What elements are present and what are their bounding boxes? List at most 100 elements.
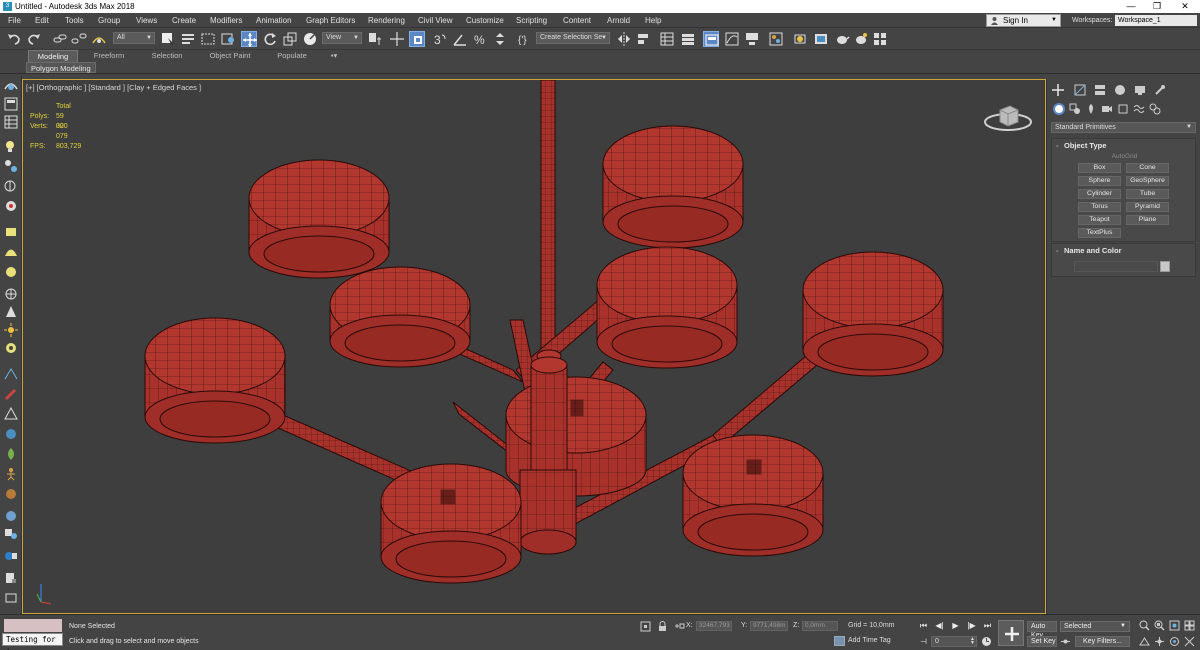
previous-frame-button[interactable]: ◀| (933, 620, 946, 632)
hierarchy-tool-button[interactable] (3, 159, 19, 173)
lamp-cup-upper-right[interactable] (602, 125, 744, 249)
figure-button[interactable] (3, 467, 19, 481)
box-primitive-button[interactable] (3, 225, 19, 239)
go-to-end-button[interactable]: ⏭ (981, 620, 994, 632)
motion-tab-icon[interactable] (1113, 83, 1127, 97)
curve-editor-button[interactable] (724, 31, 740, 47)
create-selection-set-dropdown[interactable]: Create Selection Se ▼ (536, 32, 610, 44)
cameras-category-icon[interactable] (1101, 103, 1113, 115)
menu-group[interactable]: Group (98, 13, 120, 28)
schematic-view-button[interactable] (744, 31, 760, 47)
reference-coordinate-dropdown[interactable]: View ▼ (322, 32, 362, 44)
close-button[interactable]: ✕ (1172, 0, 1198, 13)
chandelier-model[interactable] (23, 80, 1046, 614)
zoom-all-icon[interactable] (1154, 620, 1165, 631)
pyramid-button[interactable] (3, 406, 19, 421)
helpers-category-icon[interactable] (1117, 103, 1129, 115)
geosphere-button[interactable]: GeoSphere (1126, 176, 1169, 186)
isolate-selection-icon[interactable] (640, 621, 651, 632)
current-frame-field[interactable]: 0 ▲ ▼ (931, 636, 977, 647)
spinner-snap-button[interactable] (492, 31, 508, 47)
snaps-toggle-button[interactable]: 3 (432, 31, 448, 47)
edit-named-selection-button[interactable]: {'} (516, 31, 532, 47)
object-type-header[interactable]: - Object Type (1052, 139, 1195, 152)
create-tab-icon[interactable] (1051, 83, 1065, 97)
toggle-ribbon-button[interactable] (703, 31, 719, 47)
select-rotate-button[interactable] (262, 31, 278, 47)
display-tool-button[interactable] (3, 199, 19, 213)
hierarchy-tab-icon[interactable] (1093, 83, 1107, 97)
select-object-button[interactable] (160, 31, 176, 47)
menu-create[interactable]: Create (172, 13, 196, 28)
menu-civil-view[interactable]: Civil View (418, 13, 453, 28)
selection-lock-icon[interactable] (657, 621, 668, 632)
keyboard-shortcut-override-button[interactable] (409, 31, 425, 47)
perspective-viewport[interactable]: [+] [Orthographic ] [Standard ] [Clay + … (22, 79, 1046, 614)
lamp-cup-middle-left[interactable] (329, 266, 471, 368)
layout-option-2-button[interactable] (3, 115, 19, 129)
orbit-icon[interactable] (1169, 636, 1180, 647)
render-iterative-button[interactable] (853, 31, 869, 47)
plane-button[interactable]: Plane (1126, 215, 1169, 225)
set-keys-button[interactable] (998, 620, 1024, 646)
geometry-category-icon[interactable] (1053, 103, 1065, 115)
textplus-button[interactable]: TextPlus (1078, 228, 1121, 238)
lamp-cup-middle-right[interactable] (596, 246, 738, 369)
viewcube[interactable] (983, 98, 1033, 138)
undo-button[interactable] (6, 31, 22, 47)
link-button[interactable] (52, 31, 68, 47)
menu-rendering[interactable]: Rendering (368, 13, 405, 28)
field-of-view-icon[interactable] (1139, 636, 1150, 647)
selection-filter-dropdown[interactable]: All ▼ (113, 32, 155, 44)
select-scale-button[interactable] (282, 31, 298, 47)
cone-button[interactable] (3, 305, 19, 319)
tab-object-paint[interactable]: Object Paint (200, 50, 260, 62)
percent-snap-button[interactable]: % (472, 31, 488, 47)
menu-content[interactable]: Content (563, 13, 591, 28)
lamp-cup-upper-left[interactable] (248, 159, 390, 279)
pivot-center-button[interactable] (367, 31, 383, 47)
render-setup-button[interactable] (792, 31, 808, 47)
menu-scripting[interactable]: Scripting (516, 13, 547, 28)
settings-button[interactable] (3, 571, 19, 585)
bind-spacewarp-button[interactable] (91, 31, 107, 47)
next-frame-button[interactable]: |▶ (965, 620, 978, 632)
tab-populate[interactable]: Populate (268, 50, 316, 62)
manipulate-button[interactable] (389, 31, 405, 47)
menu-animation[interactable]: Animation (256, 13, 292, 28)
redo-button[interactable] (26, 31, 42, 47)
absolute-mode-icon[interactable] (674, 621, 685, 632)
mirror-button[interactable] (616, 31, 632, 47)
mesh-sphere-button[interactable] (3, 287, 19, 301)
auto-key-button[interactable]: Auto Key (1027, 621, 1057, 639)
render-production-button[interactable] (834, 31, 850, 47)
go-to-start-button[interactable]: ⏮ (917, 620, 930, 632)
sphere-primitive-button[interactable] (3, 265, 19, 279)
y-coordinate-field[interactable]: 9771,498m (750, 621, 788, 631)
central-rod[interactable] (540, 80, 556, 356)
align-button[interactable] (636, 31, 652, 47)
utilities-tab-icon[interactable] (1153, 83, 1167, 97)
sign-in-button[interactable]: Sign In ▼ (986, 14, 1061, 27)
paint-button[interactable] (3, 387, 19, 401)
material-sphere-button[interactable] (3, 509, 19, 523)
lamp-cup-left[interactable] (144, 317, 286, 444)
render-frame-button[interactable] (872, 31, 888, 47)
torus-button[interactable] (3, 341, 19, 355)
menu-file[interactable]: File (8, 13, 21, 28)
sphere-button[interactable]: Sphere (1078, 176, 1121, 186)
zoom-icon[interactable] (1139, 620, 1150, 631)
add-time-tag[interactable]: Add Time Tag (848, 637, 891, 644)
box-button[interactable]: Box (1078, 163, 1121, 173)
z-coordinate-field[interactable]: 0,0mm (802, 621, 838, 631)
menu-views[interactable]: Views (136, 13, 157, 28)
modify-tab-icon[interactable] (1073, 83, 1087, 97)
menu-edit[interactable]: Edit (35, 13, 49, 28)
object-name-field[interactable] (1074, 261, 1158, 272)
shapes-category-icon[interactable] (1069, 103, 1081, 115)
maximize-viewport-icon[interactable] (1184, 636, 1195, 647)
angle-snap-button[interactable] (452, 31, 468, 47)
tab-selection[interactable]: Selection (143, 50, 191, 62)
motion-tool-button[interactable] (3, 179, 19, 193)
x-coordinate-field[interactable]: 32467,793 (696, 621, 732, 631)
